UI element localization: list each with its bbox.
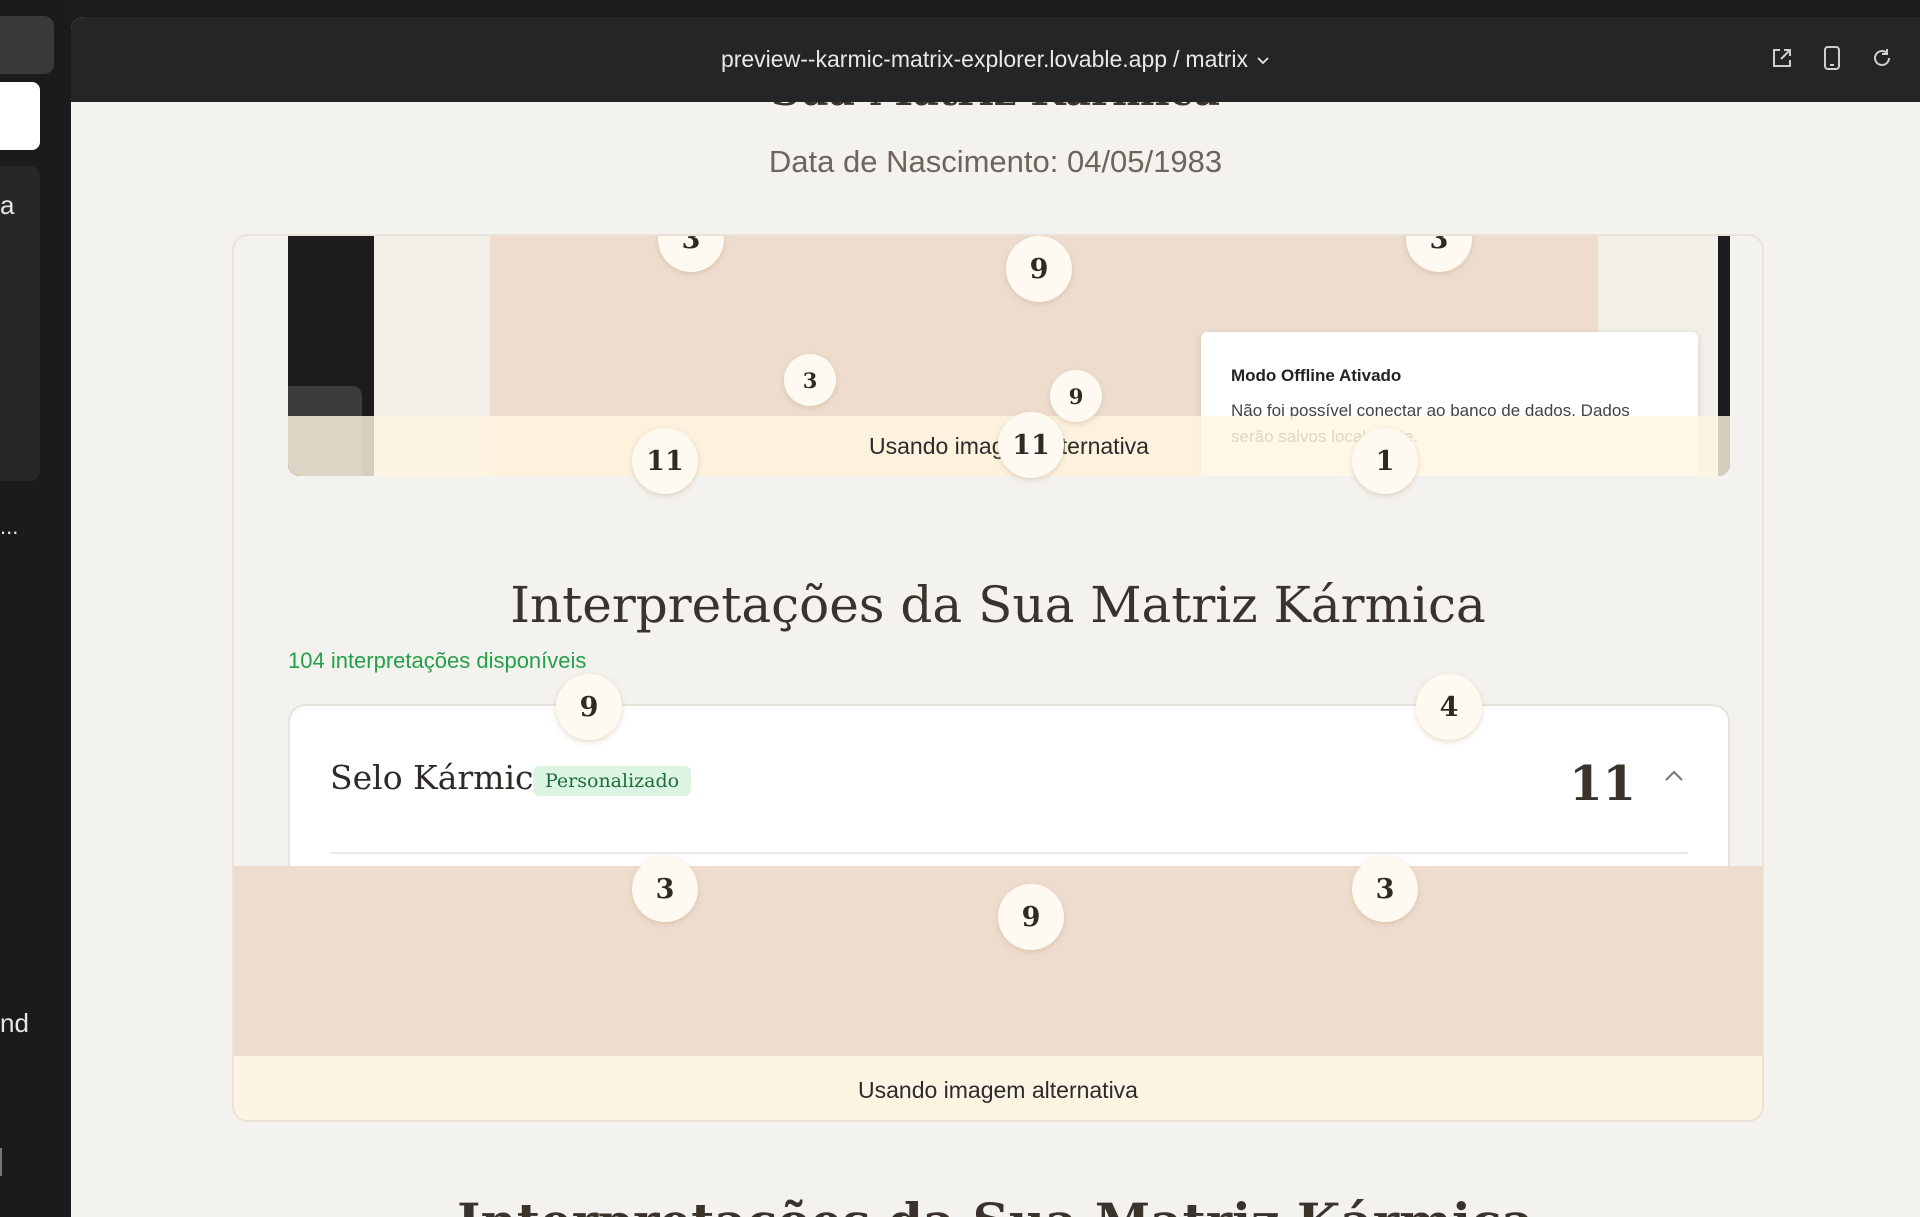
matrix-node: 3 <box>1352 856 1418 922</box>
sidebar-text-fragment: a <box>0 190 15 220</box>
matrix-node: 9 <box>998 884 1064 950</box>
page-viewport[interactable]: Sua Matriz Kármica Data de Nascimento: 0… <box>71 102 1920 1217</box>
left-app-sidebar: a ... nd <box>0 0 70 1217</box>
matrix-image-card: Modo Offline Ativado Não foi possível co… <box>232 234 1764 1122</box>
url-path: matrix <box>1185 46 1249 72</box>
preview-window: preview--karmic-matrix-explorer.lovable.… <box>71 17 1920 1217</box>
preview-toolbar: preview--karmic-matrix-explorer.lovable.… <box>71 17 1920 102</box>
sidebar-tab[interactable] <box>0 16 54 74</box>
matrix-node: 11 <box>632 428 698 494</box>
matrix-node: 9 <box>1006 236 1072 302</box>
toast-title: Modo Offline Ativado <box>1231 366 1402 385</box>
matrix-node: 11 <box>998 412 1064 478</box>
selo-title: Selo Kármico <box>330 758 554 797</box>
matrix-image-bg <box>234 866 1762 1056</box>
url-host: preview--karmic-matrix-explorer.lovable.… <box>720 46 1168 72</box>
matrix-node: 1 <box>1352 428 1418 494</box>
open-external-icon[interactable] <box>1768 43 1796 73</box>
sidebar-edge <box>0 1148 2 1176</box>
matrix-node: 9 <box>556 674 622 740</box>
interpretations-title: Interpretações da Sua Matriz Kármica <box>510 576 1486 634</box>
matrix-node: 3 <box>784 354 836 406</box>
chevron-down-icon <box>1257 56 1269 64</box>
sidebar-text-fragment: nd <box>0 1008 29 1038</box>
url-selector[interactable]: preview--karmic-matrix-explorer.lovable.… <box>721 46 1270 73</box>
url-separator: / <box>1173 46 1180 72</box>
interpretations-title-repeat: Interpretações da Sua Matriz Kármica <box>71 1192 1920 1217</box>
matrix-node: 3 <box>632 856 698 922</box>
personalizado-badge: Personalizado <box>533 766 692 796</box>
birth-date: Data de Nascimento: 04/05/1983 <box>768 144 1223 179</box>
sidebar-text-fragment: ... <box>0 514 19 539</box>
matrix-node: 4 <box>1416 674 1482 740</box>
divider <box>330 852 1688 854</box>
interpretations-count: 104 interpretações disponíveis <box>288 648 587 673</box>
matrix-title: Sua Matriz Kármica <box>71 102 1920 115</box>
sidebar-white-panel <box>0 82 40 150</box>
chevron-up-icon[interactable] <box>1662 764 1686 788</box>
alt-image-notice: Usando imagem alternativa <box>234 1056 1762 1120</box>
selo-value: 11 <box>1569 756 1636 812</box>
refresh-icon[interactable] <box>1868 43 1896 73</box>
matrix-node: 9 <box>1050 370 1102 422</box>
mobile-view-icon[interactable] <box>1818 43 1846 73</box>
